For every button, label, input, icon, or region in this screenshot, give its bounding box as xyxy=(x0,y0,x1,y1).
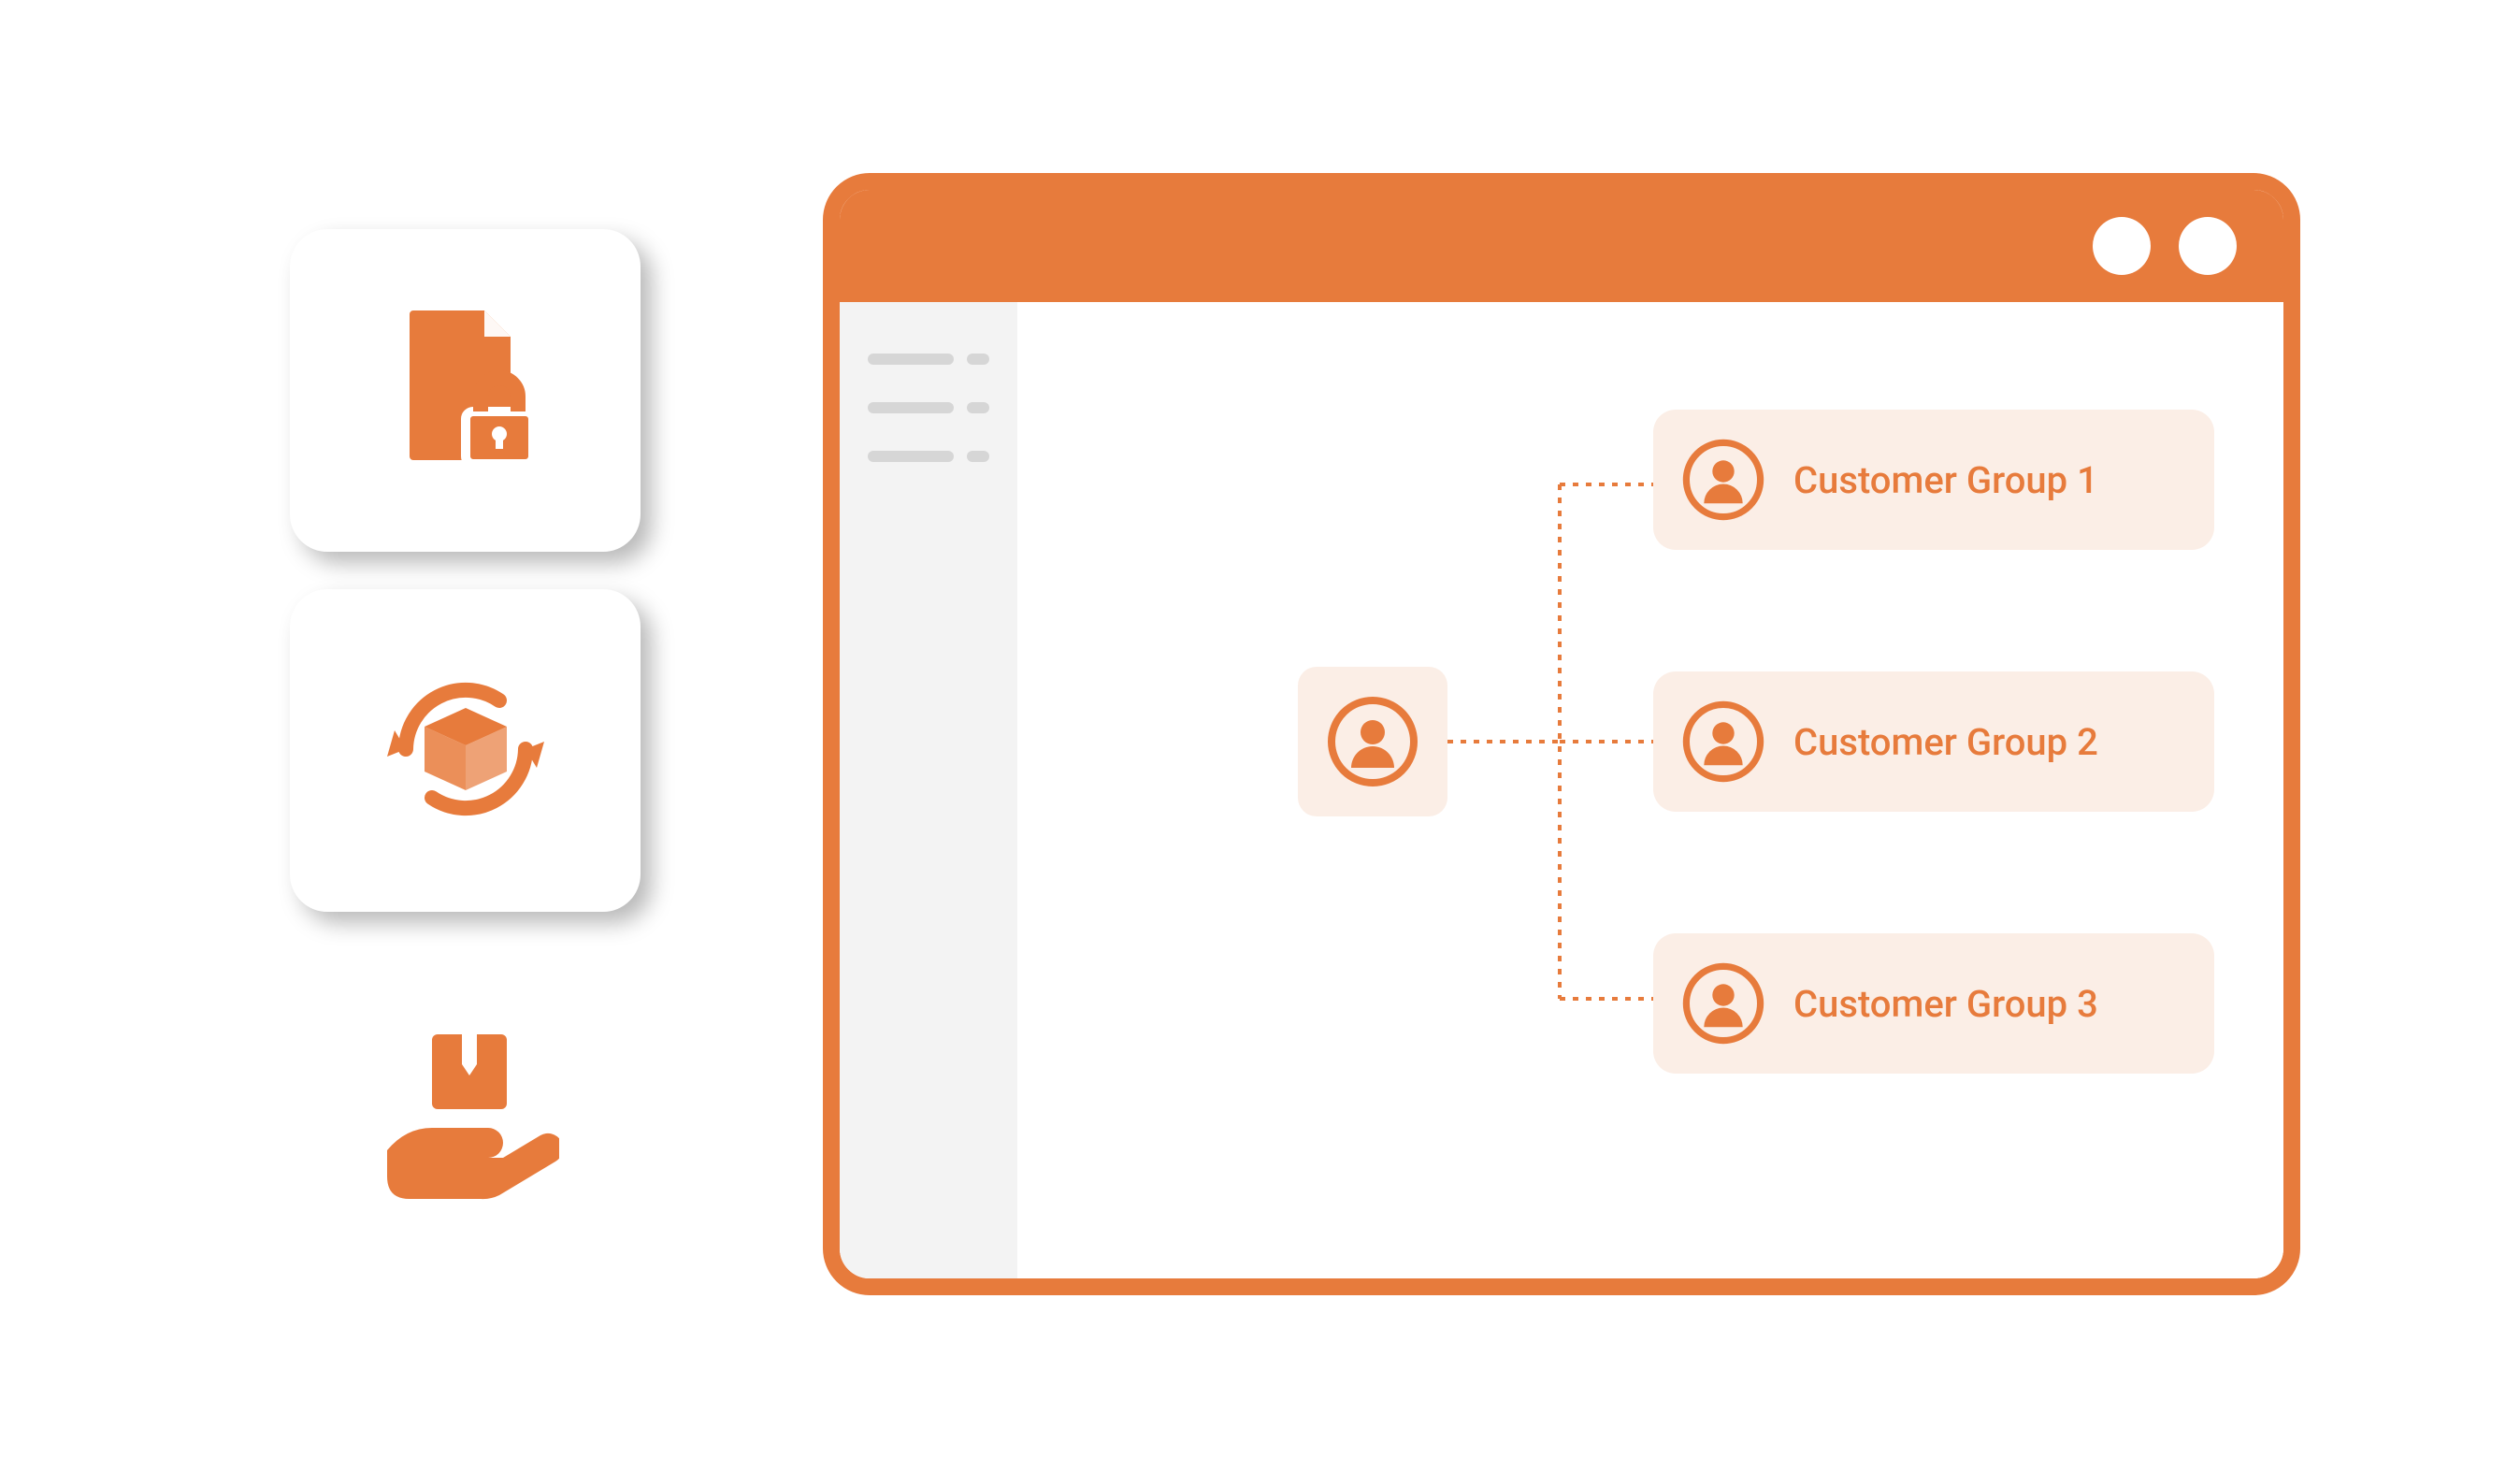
feature-card-hand-box xyxy=(290,949,641,1272)
customer-group-node[interactable]: Customer Group 2 xyxy=(1653,671,2214,812)
user-icon xyxy=(1681,961,1765,1046)
window-control-dot[interactable] xyxy=(2179,217,2237,275)
browser-window: Customer Group 1 Customer Group 2 xyxy=(823,173,2300,1295)
feature-card-stack xyxy=(290,229,641,1272)
customer-group-node[interactable]: Customer Group 3 xyxy=(1653,933,2214,1074)
customer-group-label: Customer Group 1 xyxy=(1793,458,2098,502)
file-lock-icon xyxy=(372,296,559,486)
placeholder-bar xyxy=(967,402,989,413)
sidebar-placeholder-row xyxy=(868,451,989,462)
browser-content: Customer Group 1 Customer Group 2 xyxy=(1017,302,2283,1278)
customer-group-label: Customer Group 3 xyxy=(1793,982,2098,1026)
sidebar-placeholder-row xyxy=(868,402,989,413)
root-customer-node[interactable] xyxy=(1298,667,1447,816)
placeholder-bar xyxy=(868,402,954,413)
user-icon xyxy=(1681,700,1765,784)
sidebar-placeholder-row xyxy=(868,354,989,365)
user-icon xyxy=(1681,438,1765,522)
customer-group-node[interactable]: Customer Group 1 xyxy=(1653,410,2214,550)
window-control-dot[interactable] xyxy=(2093,217,2151,275)
hand-box-icon xyxy=(372,1016,559,1206)
user-icon xyxy=(1326,695,1419,788)
placeholder-bar xyxy=(967,451,989,462)
browser-sidebar xyxy=(840,302,1017,1278)
placeholder-bar xyxy=(868,451,954,462)
feature-card-file-lock xyxy=(290,229,641,552)
box-cycle-icon xyxy=(372,656,559,846)
placeholder-bar xyxy=(868,354,954,365)
customer-group-label: Customer Group 2 xyxy=(1793,720,2098,764)
browser-titlebar xyxy=(840,190,2283,302)
connector-lines xyxy=(1447,480,1663,1013)
feature-card-box-cycle xyxy=(290,589,641,912)
placeholder-bar xyxy=(967,354,989,365)
